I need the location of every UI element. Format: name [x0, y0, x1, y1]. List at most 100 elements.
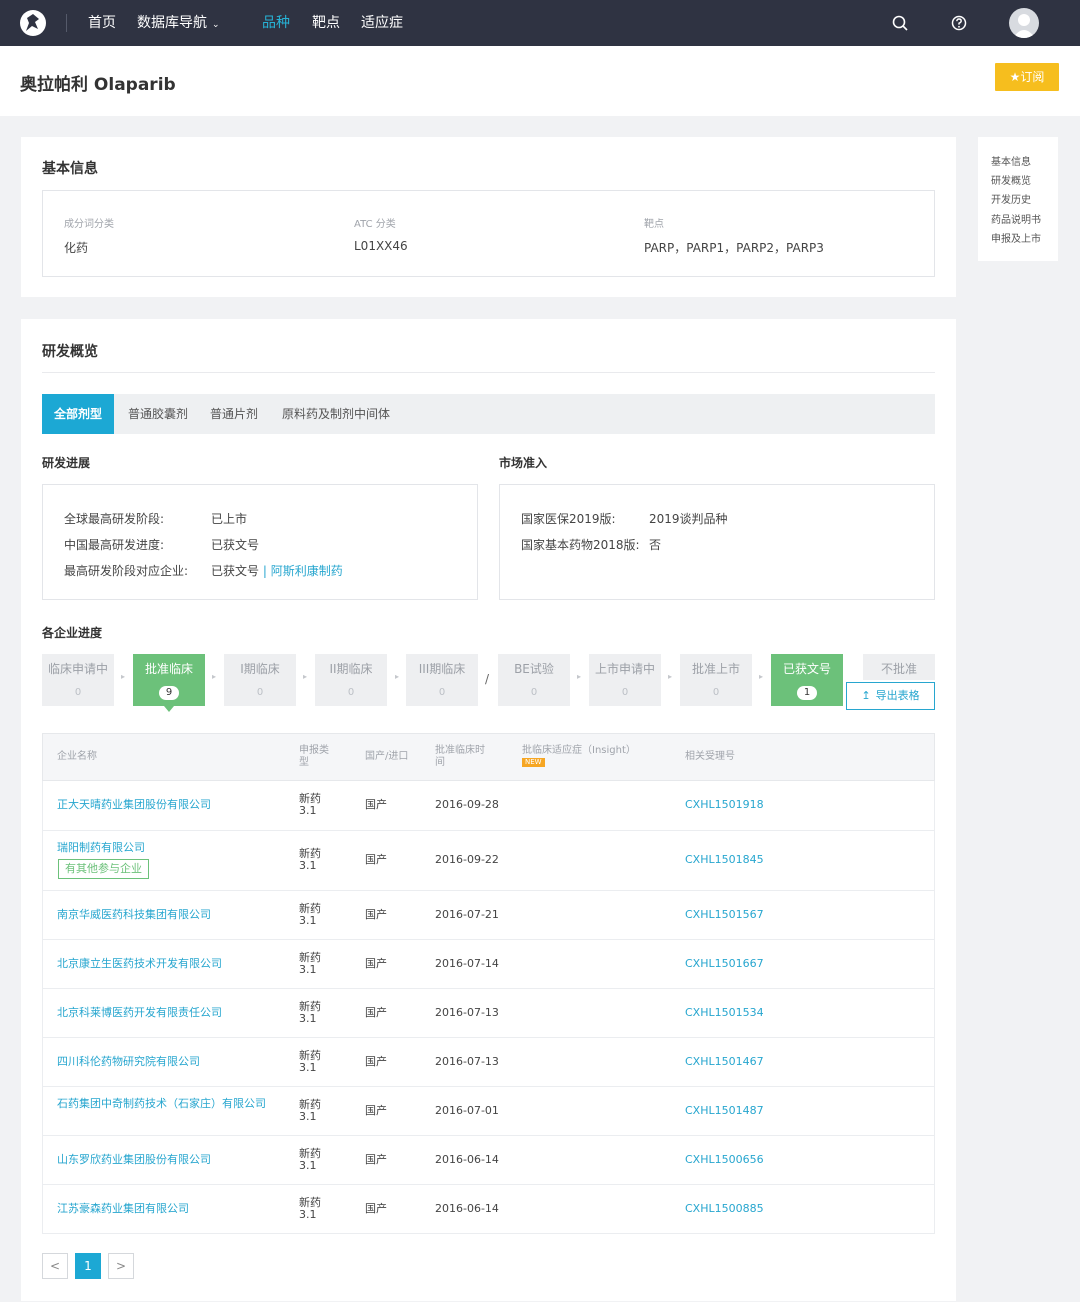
col-origin: 国产/进口: [365, 751, 409, 762]
col-company: 企业名称: [57, 751, 97, 762]
page-1-button[interactable]: 1: [75, 1253, 101, 1279]
prev-page-button[interactable]: <: [42, 1253, 68, 1279]
progress-value-text: 已获文号: [211, 564, 260, 578]
stage-phase3[interactable]: III期临床 0: [406, 654, 478, 706]
acceptance-no-link[interactable]: CXHL1501487: [685, 1105, 764, 1117]
stage-count: 9: [159, 686, 179, 700]
acceptance-no-link[interactable]: CXHL1501534: [685, 1007, 764, 1019]
export-table-button[interactable]: ↥ 导出表格: [846, 682, 935, 710]
company-link[interactable]: 南京华威医药科技集团有限公司: [57, 909, 272, 921]
stage-clinical-applying[interactable]: 临床申请中 0: [42, 654, 114, 706]
stage-clinical-approved[interactable]: 批准临床 9: [133, 654, 205, 712]
stage-name: 批准临床: [144, 662, 193, 676]
stage-count: 0: [530, 687, 538, 698]
table-row: 瑞阳制药有限公司 有其他参与企业 新药 3.1 国产 2016-09-22 CX…: [42, 831, 935, 891]
table-row: 山东罗欣药业集团股份有限公司 新药 3.1 国产 2016-06-14 CXHL…: [42, 1136, 935, 1185]
origin: 国产: [365, 1202, 387, 1215]
apply-type: 新药 3.1: [299, 792, 321, 817]
progress-box: 全球最高研发阶段: 已上市 中国最高研发进度: 已获文号 最高研发阶段对应企业:…: [42, 484, 478, 600]
table-header: 企业名称 申报类型 国产/进口 批准临床时间 批临床适应症（Insight） N…: [42, 733, 935, 781]
company-link[interactable]: 北京康立生医药技术开发有限公司: [57, 958, 272, 970]
stage-name: BE试验: [514, 662, 554, 676]
stage-approval-number[interactable]: 已获文号 1: [771, 654, 843, 706]
star-icon: ★: [1009, 70, 1021, 84]
stage-name: 批准上市: [691, 662, 740, 676]
section-nav-label[interactable]: 药品说明书: [991, 211, 1041, 226]
stage-rejected[interactable]: 不批准: [863, 654, 935, 680]
market-key: 国家基本药物2018版:: [521, 538, 640, 552]
stage-market-approved[interactable]: 批准上市 0: [680, 654, 752, 706]
stage-name: 不批准: [880, 662, 917, 676]
table-row: 四川科伦药物研究院有限公司 新药 3.1 国产 2016-07-13 CXHL1…: [42, 1038, 935, 1087]
company-link[interactable]: 山东罗欣药业集团股份有限公司: [57, 1154, 272, 1166]
tab-api[interactable]: 原料药及制剂中间体: [282, 394, 390, 434]
field-label: ATC 分类: [354, 219, 396, 230]
other-participant-tag[interactable]: 有其他参与企业: [58, 859, 149, 879]
origin: 国产: [365, 1055, 387, 1068]
section-nav-basic[interactable]: 基本信息: [991, 153, 1031, 168]
nav-indication[interactable]: 适应症: [361, 0, 403, 46]
apply-type: 新药 3.1: [299, 1000, 321, 1025]
apply-type: 新药 3.1: [299, 1147, 321, 1172]
company-link[interactable]: 瑞阳制药有限公司: [57, 842, 272, 854]
acceptance-no-link[interactable]: CXHL1501845: [685, 854, 764, 866]
upload-icon: ↥: [861, 689, 871, 702]
user-avatar[interactable]: [1009, 8, 1039, 38]
arrow-icon: ▸: [395, 672, 400, 681]
acceptance-no-link[interactable]: CXHL1501667: [685, 958, 764, 970]
stage-name: I期临床: [240, 662, 280, 676]
origin: 国产: [365, 1104, 387, 1117]
subscribe-button[interactable]: ★订阅: [995, 63, 1059, 91]
dosage-tabs: 全部剂型 普通胶囊剂 普通片剂 原料药及制剂中间体: [42, 394, 935, 434]
market-box: 国家医保2019版: 2019谈判品种 国家基本药物2018版: 否: [499, 484, 935, 600]
acceptance-no-link[interactable]: CXHL1501467: [685, 1056, 764, 1068]
company-link[interactable]: 石药集团中奇制药技术（石家庄）有限公司: [57, 1098, 267, 1110]
stage-be-trial[interactable]: BE试验 0: [498, 654, 570, 706]
apply-type: 新药 3.1: [299, 847, 321, 872]
company-link[interactable]: 江苏豪森药业集团有限公司: [57, 1203, 272, 1215]
section-nav-filing[interactable]: 申报及上市: [991, 230, 1041, 245]
acceptance-no-link[interactable]: CXHL1500885: [685, 1203, 764, 1215]
company-link[interactable]: 北京科莱博医药开发有限责任公司: [57, 1007, 272, 1019]
table-row: 北京康立生医药技术开发有限公司 新药 3.1 国产 2016-07-14 CXH…: [42, 940, 935, 989]
nav-target[interactable]: 靶点: [312, 0, 340, 46]
approval-date: 2016-06-14: [435, 1202, 499, 1215]
company-link[interactable]: 正大天晴药业集团股份有限公司: [57, 799, 272, 811]
nav-divider: [66, 14, 67, 32]
nav-db-nav[interactable]: 数据库导航 ⌄: [137, 0, 220, 46]
arrow-icon: ▸: [212, 672, 217, 681]
nav-home[interactable]: 首页: [88, 0, 116, 46]
tab-capsule[interactable]: 普通胶囊剂: [128, 394, 188, 434]
arrow-icon: ▸: [577, 672, 582, 681]
help-icon[interactable]: [949, 13, 969, 33]
section-nav-rd[interactable]: 研发概览: [991, 172, 1031, 187]
col-acceptance-no: 相关受理号: [685, 751, 735, 762]
acceptance-no-link[interactable]: CXHL1501567: [685, 909, 764, 921]
stage-phase1[interactable]: I期临床 0: [224, 654, 296, 706]
nav-variety[interactable]: 品种: [262, 0, 290, 46]
section-nav-history[interactable]: 开发历史: [991, 191, 1031, 206]
origin: 国产: [365, 1153, 387, 1166]
company-link[interactable]: 阿斯利康制药: [271, 564, 343, 578]
apply-type: 新药 3.1: [299, 902, 321, 927]
rd-overview-heading: 研发概览: [42, 344, 98, 360]
apply-type: 新药 3.1: [299, 1049, 321, 1074]
value-separator: |: [259, 564, 271, 578]
acceptance-no-link[interactable]: CXHL1501918: [685, 799, 764, 811]
tab-all-dosage[interactable]: 全部剂型: [42, 394, 114, 434]
stage-market-applying[interactable]: 上市申请中 0: [589, 654, 661, 706]
next-page-button[interactable]: >: [108, 1253, 134, 1279]
search-icon[interactable]: [890, 13, 910, 33]
stage-name: II期临床: [329, 662, 373, 676]
acceptance-no-link[interactable]: CXHL1500656: [685, 1154, 764, 1166]
insurance-link[interactable]: 2019谈判品种: [649, 510, 728, 527]
stage-phase2[interactable]: II期临床 0: [315, 654, 387, 706]
approval-date: 2016-07-13: [435, 1055, 499, 1068]
logo-icon[interactable]: [20, 10, 46, 36]
table-row: 江苏豪森药业集团有限公司 新药 3.1 国产 2016-06-14 CXHL15…: [42, 1185, 935, 1234]
progress-key: 中国最高研发进度:: [64, 538, 165, 552]
subscribe-label: 订阅: [1020, 70, 1045, 84]
company-link[interactable]: 四川科伦药物研究院有限公司: [57, 1056, 272, 1068]
tab-tablet[interactable]: 普通片剂: [210, 394, 258, 434]
col-approval-date: 批准临床时间: [435, 745, 485, 768]
